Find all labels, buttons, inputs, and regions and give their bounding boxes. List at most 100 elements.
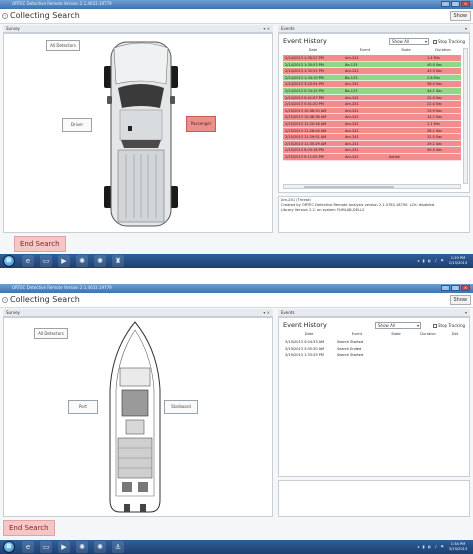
maximize-icon[interactable]: □	[451, 285, 460, 291]
app-header: ‹ Collecting Search Show	[0, 293, 473, 308]
event-details-box: Am-241 (Threat) Created by ORTEC Detecti…	[278, 196, 470, 233]
table-row[interactable]: 3/19/2013 1:33:29 PM Search Started	[283, 352, 467, 359]
table-row[interactable]: 2/15/2013 11:30:29 AM Am-241 29.1 Sec	[283, 140, 461, 148]
panel-pin-close-icon[interactable]: ▾ ×	[263, 309, 270, 316]
show-button[interactable]: Show	[449, 295, 471, 305]
table-cell-duration	[413, 346, 443, 352]
table-cell-state	[387, 68, 425, 74]
column-header-date[interactable]: Date	[283, 48, 343, 54]
radiation-app-icon[interactable]: ✺	[76, 255, 88, 267]
port-side-button[interactable]: Port	[68, 400, 98, 414]
back-arrow-icon[interactable]: ‹	[2, 13, 8, 19]
end-search-button[interactable]: End Search	[3, 520, 55, 536]
event-details-box	[278, 480, 470, 517]
table-row[interactable]: 2/15/2013 10:46:20 AM Am-241 13.9 Sec	[283, 107, 461, 115]
vessel-app-icon[interactable]: ⚓	[112, 541, 124, 553]
panel-pin-icon[interactable]: ▾	[465, 25, 467, 32]
panel-pin-close-icon[interactable]: ▾ ×	[263, 25, 270, 32]
column-header-event[interactable]: Event	[335, 332, 379, 338]
media-player-icon[interactable]: ▶	[58, 541, 70, 553]
back-arrow-icon[interactable]: ‹	[2, 297, 8, 303]
stop-tracking-checkbox[interactable]: Stop Tracking	[433, 38, 465, 45]
table-row[interactable]: 2/14/2013 5:41:07 PM Am-241 22.0 Sec	[283, 94, 461, 102]
event-filter-value: Show All	[392, 39, 410, 44]
panel-pin-icon[interactable]: ▾	[465, 309, 467, 316]
event-filter-select[interactable]: Show All ▾	[389, 38, 429, 45]
events-panel: Event History Show All ▾ Stop Tracking D…	[278, 33, 470, 193]
internet-explorer-icon[interactable]: e	[22, 541, 34, 553]
maximize-icon[interactable]: □	[451, 1, 460, 7]
window-titlebar[interactable]: ORTEC Detective Remote Version 2.1.4633.…	[0, 0, 473, 9]
table-row[interactable]: 2/14/2013 3:20:54 PM Am-241 36.0 Sec	[283, 81, 461, 88]
event-history-title: Event History	[283, 321, 327, 329]
driver-side-button[interactable]: Driver	[62, 118, 92, 132]
column-header-duration[interactable]: Duration	[425, 48, 461, 54]
stop-tracking-checkbox[interactable]: Stop Tracking	[433, 322, 465, 329]
detective-app-icon[interactable]: ✺	[94, 255, 106, 267]
event-filter-select[interactable]: Show All ▾	[375, 322, 421, 329]
system-tray-icons[interactable]: ◂ ▮ ◐ ♪ ⚑	[417, 544, 445, 549]
table-row[interactable]: 2/14/2013 1:34:19 PM Ba-133 2.8 Min	[283, 74, 461, 82]
events-panel: Event History Show All ▾ Stop Tracking D…	[278, 317, 470, 477]
survey-panel: All Detectors Driver Passenger	[3, 33, 273, 233]
table-cell-state	[379, 339, 413, 345]
horizontal-scrollbar[interactable]	[283, 184, 461, 189]
table-row[interactable]: 3/19/2013 3:04:33 AM Search Started	[283, 339, 467, 346]
table-row[interactable]: 2/15/2013 9:03:18 PM Am-241 49.5 Sec	[283, 147, 461, 154]
table-row[interactable]: 2/15/2013 11:29:51 AM Am-241 32.0 Sec	[283, 134, 461, 141]
table-row[interactable]: 2/14/2013 1:32:51 PM Am-241 43.5 Sec	[283, 68, 461, 75]
minimize-icon[interactable]: –	[441, 285, 450, 291]
end-search-button[interactable]: End Search	[14, 236, 66, 252]
all-detectors-button[interactable]: All Detectors	[34, 328, 68, 339]
folder-icon[interactable]: ▭	[40, 255, 52, 267]
table-row[interactable]: 2/14/2013 1:30:53 PM Ba-133 40.0 Sec	[283, 61, 461, 69]
table-row[interactable]: 2/15/2013 10:48:36 AM Am-241 14.2 Sec	[283, 114, 461, 121]
all-detectors-button[interactable]: All Detectors	[46, 40, 80, 51]
show-button[interactable]: Show	[449, 11, 471, 21]
table-cell-duration: 14.2 Sec	[427, 115, 443, 120]
windows-taskbar: ⊞ e ▭ ▶ ✺ ✺ ♜ ◂ ▮ ◐ ♪ ⚑ 1:29 PM 2/15/201…	[0, 254, 473, 268]
table-row[interactable]: 2/14/2013 5:34:15 PM Ba-133 44.1 Sec	[283, 87, 461, 95]
table-cell-state: Active	[389, 154, 400, 159]
column-header-date[interactable]: Date	[283, 332, 335, 338]
taskbar-clock[interactable]: 1:34 PM 3/19/2013	[447, 542, 469, 551]
close-icon[interactable]: ×	[461, 285, 470, 291]
passenger-side-button[interactable]: Passenger	[186, 116, 216, 132]
table-row[interactable]: 2/14/2013 1:30:27 PM Am-241 1.4 Min	[283, 55, 461, 62]
minimize-icon[interactable]: –	[441, 1, 450, 7]
scrollbar-thumb[interactable]	[304, 186, 394, 188]
window-titlebar[interactable]: ORTEC Detective Remote Version 2.1.4633.…	[0, 284, 473, 293]
table-cell-event: Am-241	[345, 135, 359, 140]
column-header-duration[interactable]: Duration	[413, 332, 443, 338]
radiation-app-icon[interactable]: ✺	[76, 541, 88, 553]
internet-explorer-icon[interactable]: e	[22, 255, 34, 267]
event-filter-value: Show All	[378, 323, 396, 328]
start-button-icon[interactable]: ⊞	[3, 255, 15, 267]
column-header-event[interactable]: Event	[343, 48, 387, 54]
start-button-icon[interactable]: ⊞	[3, 541, 15, 553]
column-header-state[interactable]: State	[379, 332, 413, 338]
column-header-state[interactable]: State	[387, 48, 425, 54]
table-row[interactable]: 2/15/2013 9:11:05 PM Am-241 Active	[283, 153, 461, 161]
column-header-det[interactable]: Det	[443, 332, 467, 338]
table-row[interactable]: 2/15/2013 11:26:04 AM Am-241 28.1 Sec	[283, 127, 461, 135]
vehicle-app-icon[interactable]: ♜	[112, 255, 124, 267]
table-row[interactable]: 2/15/2013 11:20:18 AM Am-241 1.1 Min	[283, 120, 461, 128]
folder-icon[interactable]: ▭	[40, 541, 52, 553]
close-icon[interactable]: ×	[461, 1, 470, 7]
media-player-icon[interactable]: ▶	[58, 255, 70, 267]
taskbar-clock[interactable]: 1:29 PM 2/15/2013	[447, 256, 469, 265]
table-cell-date: 2/14/2013 5:41:07 PM	[285, 95, 324, 100]
table-cell-date: 2/15/2013 10:48:36 AM	[285, 115, 327, 120]
table-row[interactable]: 2/14/2013 5:41:20 PM Am-241 22.0 Sec	[283, 101, 461, 108]
vertical-scrollbar[interactable]	[463, 48, 468, 184]
system-tray-icons[interactable]: ◂ ▮ ◐ ♪ ⚑	[417, 258, 445, 263]
table-row[interactable]: 3/19/2013 3:05:30 AM Search Ended	[283, 345, 467, 353]
detective-app-icon[interactable]: ✺	[94, 541, 106, 553]
table-cell-event: Search Ended	[337, 346, 362, 351]
table-cell-state	[387, 55, 425, 61]
survey-panel-title: Survey	[6, 310, 20, 315]
starboard-side-button[interactable]: Starboard	[164, 400, 198, 414]
checkbox-icon	[433, 324, 437, 328]
table-cell-duration: 43.5 Sec	[427, 69, 443, 74]
